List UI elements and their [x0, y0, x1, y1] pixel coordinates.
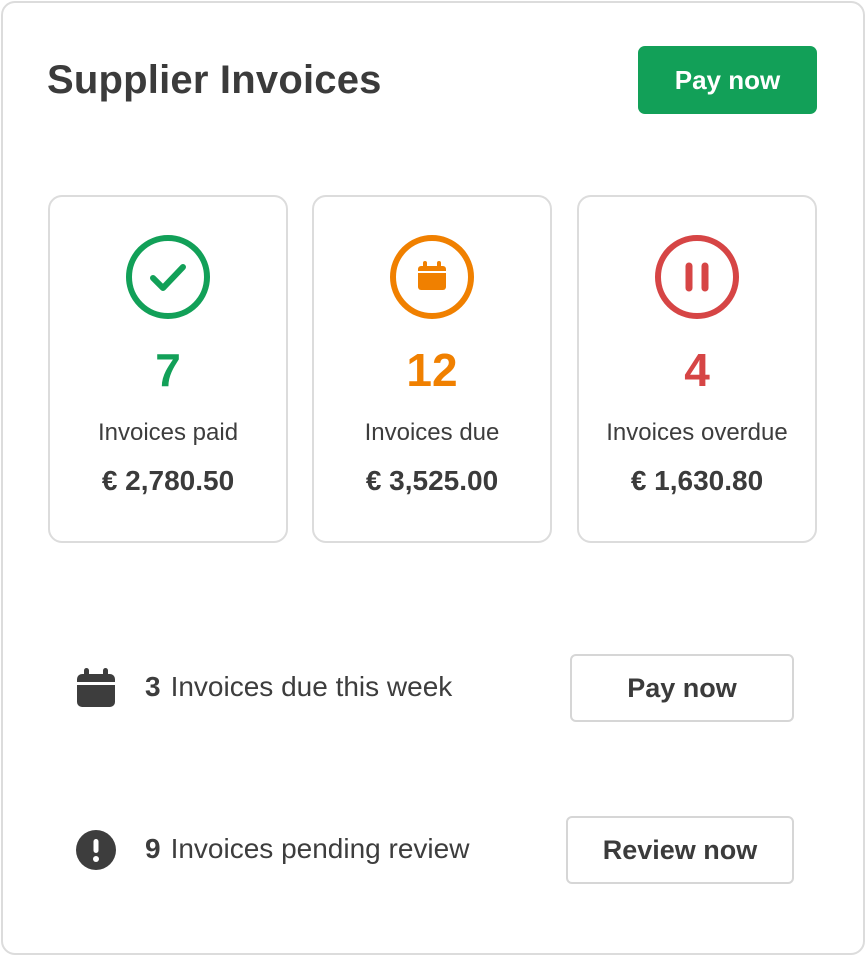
pause-circle-icon: [655, 235, 739, 319]
stat-amount: € 1,630.80: [630, 465, 764, 496]
stat-amount: € 3,525.00: [365, 465, 499, 496]
stat-label: Invoices due: [364, 419, 500, 446]
stat-count: 4: [684, 344, 710, 396]
pending-review-text: 9 Invoices pending review: [145, 833, 469, 865]
page-title: Supplier Invoices: [47, 58, 382, 102]
calendar-icon: [77, 668, 115, 707]
calendar-circle-icon: [390, 235, 474, 319]
due-this-week-text: 3 Invoices due this week: [145, 671, 452, 703]
stat-card-due: 12 Invoices due € 3,525.00: [312, 195, 552, 543]
stat-count: 7: [155, 344, 181, 396]
pay-now-week-button[interactable]: Pay now: [570, 654, 794, 722]
stat-amount: € 2,780.50: [101, 465, 235, 496]
due-this-week-label: Invoices due this week: [170, 671, 453, 702]
review-now-button[interactable]: Review now: [566, 816, 794, 884]
stat-count: 12: [406, 344, 458, 396]
exclamation-circle-icon: [76, 830, 116, 870]
pending-review-label: Invoices pending review: [170, 833, 470, 864]
stat-label: Invoices paid: [97, 419, 239, 446]
stat-card-paid: 7 Invoices paid € 2,780.50: [48, 195, 288, 543]
stat-label: Invoices overdue: [606, 419, 788, 446]
pay-now-button[interactable]: Pay now: [638, 46, 817, 114]
due-this-week-count: 3: [145, 671, 161, 702]
stat-card-overdue: 4 Invoices overdue € 1,630.80: [577, 195, 817, 543]
check-circle-icon: [126, 235, 210, 319]
pending-review-count: 9: [145, 833, 161, 864]
